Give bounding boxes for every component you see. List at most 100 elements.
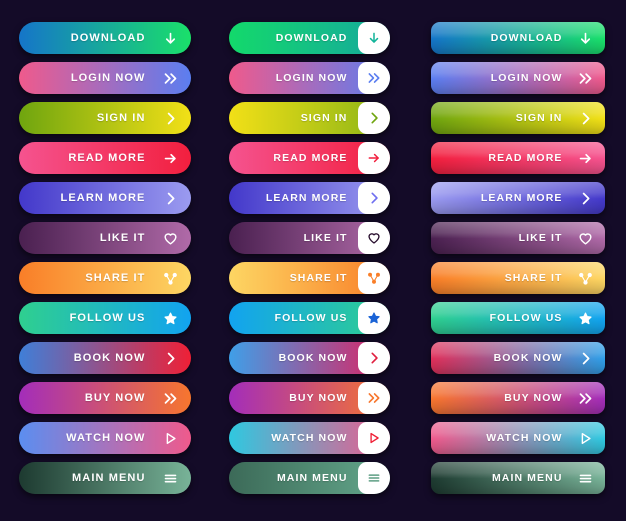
button-label: Read More xyxy=(68,151,146,164)
button-label: Login Now xyxy=(70,71,146,84)
button-learn-more-col2[interactable]: Learn More xyxy=(228,182,390,214)
button-share-it-col1[interactable]: Share It xyxy=(18,262,191,294)
chevron-right-icon xyxy=(578,111,593,126)
button-label: Buy Now xyxy=(84,391,146,404)
button-book-now-col1[interactable]: Book Now xyxy=(18,342,191,374)
button-label: Like It xyxy=(518,231,563,244)
button-label: Learn More xyxy=(480,191,563,204)
heart-icon xyxy=(357,222,390,254)
button-label: Book Now xyxy=(278,351,348,364)
button-main-menu-col1[interactable]: Main Menu xyxy=(18,462,191,494)
star-icon xyxy=(357,302,390,334)
button-buy-now-col3[interactable]: Buy Now xyxy=(430,382,605,414)
button-label: Main Menu xyxy=(491,471,563,484)
button-share-it-col2[interactable]: Share It xyxy=(228,262,390,294)
hamburger-menu-icon xyxy=(578,471,593,486)
button-label: Download xyxy=(490,31,563,44)
share-nodes-icon xyxy=(163,271,178,286)
button-column-3: Download Login Now Sign In Read More Learn M… xyxy=(409,0,626,521)
share-nodes-icon xyxy=(357,262,390,294)
chevron-right-icon xyxy=(357,342,390,374)
button-like-it-col1[interactable]: Like It xyxy=(18,222,191,254)
button-like-it-col2[interactable]: Like It xyxy=(228,222,390,254)
button-sign-in-col1[interactable]: Sign In xyxy=(18,102,191,134)
button-buy-now-col1[interactable]: Buy Now xyxy=(18,382,191,414)
chevron-right-icon xyxy=(357,182,390,214)
button-follow-us-col2[interactable]: Follow Us xyxy=(228,302,390,334)
button-watch-now-col2[interactable]: Watch Now xyxy=(228,422,390,454)
button-login-now-col1[interactable]: Login Now xyxy=(18,62,191,94)
button-sign-in-col2[interactable]: Sign In xyxy=(228,102,390,134)
button-label: Login Now xyxy=(275,71,348,84)
button-login-now-col3[interactable]: Login Now xyxy=(430,62,605,94)
double-chevron-right-icon xyxy=(578,71,593,86)
button-download-col2[interactable]: Download xyxy=(228,22,390,54)
button-download-col3[interactable]: Download xyxy=(430,22,605,54)
button-label: Sign In xyxy=(300,111,348,124)
chevron-right-icon xyxy=(357,102,390,134)
button-read-more-col1[interactable]: Read More xyxy=(18,142,191,174)
button-label: Book Now xyxy=(493,351,563,364)
button-buy-now-col2[interactable]: Buy Now xyxy=(228,382,390,414)
button-column-1: Download Login Now Sign In Read More Learn M… xyxy=(0,0,209,521)
button-label: Main Menu xyxy=(72,471,146,484)
button-label: Download xyxy=(70,31,146,44)
button-watch-now-col3[interactable]: Watch Now xyxy=(430,422,605,454)
button-login-now-col2[interactable]: Login Now xyxy=(228,62,390,94)
button-read-more-col2[interactable]: Read More xyxy=(228,142,390,174)
button-label: Share It xyxy=(504,271,563,284)
button-like-it-col3[interactable]: Like It xyxy=(430,222,605,254)
button-sign-in-col3[interactable]: Sign In xyxy=(430,102,605,134)
arrow-down-icon xyxy=(578,31,593,46)
button-label: Sign In xyxy=(515,111,563,124)
chevron-right-icon xyxy=(163,191,178,206)
button-label: Login Now xyxy=(490,71,563,84)
button-label: Learn More xyxy=(60,191,146,204)
arrow-right-icon xyxy=(357,142,390,174)
heart-icon xyxy=(578,231,593,246)
star-icon xyxy=(163,311,178,326)
button-label: Follow Us xyxy=(69,311,146,324)
button-book-now-col3[interactable]: Book Now xyxy=(430,342,605,374)
button-label: Sign In xyxy=(96,111,146,124)
button-label: Watch Now xyxy=(66,431,146,444)
button-book-now-col2[interactable]: Book Now xyxy=(228,342,390,374)
button-follow-us-col3[interactable]: Follow Us xyxy=(430,302,605,334)
hamburger-menu-icon xyxy=(357,462,390,494)
button-label: Like It xyxy=(99,231,146,244)
button-label: Read More xyxy=(488,151,563,164)
button-label: Download xyxy=(275,31,348,44)
button-label: Learn More xyxy=(265,191,348,204)
button-main-menu-col2[interactable]: Main Menu xyxy=(228,462,390,494)
button-watch-now-col1[interactable]: Watch Now xyxy=(18,422,191,454)
chevron-right-icon xyxy=(578,191,593,206)
button-label: Watch Now xyxy=(271,431,348,444)
play-icon xyxy=(163,431,178,446)
button-label: Book Now xyxy=(73,351,146,364)
share-nodes-icon xyxy=(578,271,593,286)
chevron-right-icon xyxy=(163,351,178,366)
button-label: Buy Now xyxy=(289,391,348,404)
button-download-col1[interactable]: Download xyxy=(18,22,191,54)
chevron-right-icon xyxy=(578,351,593,366)
chevron-right-icon xyxy=(163,111,178,126)
button-main-menu-col3[interactable]: Main Menu xyxy=(430,462,605,494)
double-chevron-right-icon xyxy=(163,71,178,86)
heart-icon xyxy=(163,231,178,246)
button-read-more-col3[interactable]: Read More xyxy=(430,142,605,174)
button-learn-more-col3[interactable]: Learn More xyxy=(430,182,605,214)
arrow-down-icon xyxy=(357,22,390,54)
button-label: Main Menu xyxy=(276,471,348,484)
play-icon xyxy=(357,422,390,454)
button-label: Watch Now xyxy=(486,431,563,444)
button-follow-us-col1[interactable]: Follow Us xyxy=(18,302,191,334)
double-chevron-right-icon xyxy=(357,62,390,94)
double-chevron-right-icon xyxy=(578,391,593,406)
double-chevron-right-icon xyxy=(357,382,390,414)
star-icon xyxy=(578,311,593,326)
button-share-it-col3[interactable]: Share It xyxy=(430,262,605,294)
button-label: Share It xyxy=(289,271,348,284)
play-icon xyxy=(578,431,593,446)
button-set-board: Download Login Now Sign In Read More Learn M… xyxy=(0,0,626,521)
button-learn-more-col1[interactable]: Learn More xyxy=(18,182,191,214)
